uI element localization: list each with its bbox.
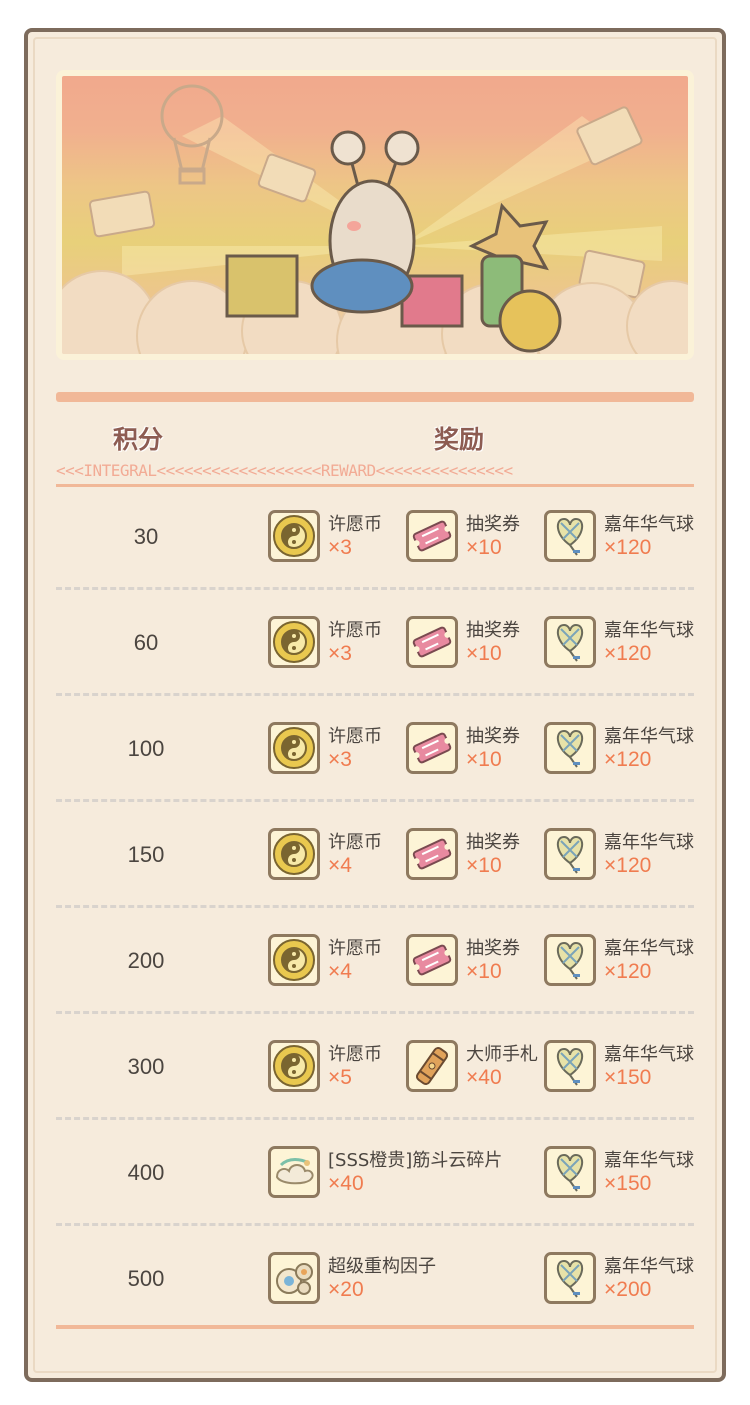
reward-row: 500 超级重构因子 ×20 嘉年华气球 ×200: [56, 1226, 694, 1332]
reward-count: ×3: [328, 536, 352, 559]
reward-name: 嘉年华气球: [604, 938, 694, 959]
lottery-ticket-icon: [406, 616, 458, 668]
reward-count: ×150: [604, 1066, 652, 1089]
carnival-balloon-icon: [544, 1252, 596, 1304]
carnival-balloon-icon: [544, 934, 596, 986]
score-value: 60: [133, 630, 159, 655]
wish-coin-icon: [268, 1040, 320, 1092]
reward-name: 许愿币: [328, 514, 382, 535]
reward-count: ×120: [604, 536, 652, 559]
reward-name: 嘉年华气球: [604, 1044, 694, 1065]
reward-count: ×10: [466, 642, 502, 665]
reward-name: 嘉年华气球: [604, 620, 694, 641]
wish-coin-icon: [268, 934, 320, 986]
wish-coin-icon: [268, 828, 320, 880]
reward-count: ×120: [604, 854, 652, 877]
score-value: 500: [127, 1266, 165, 1291]
reward-name: 许愿币: [328, 620, 382, 641]
footer-bar: [56, 1325, 694, 1329]
reward-count: ×40: [328, 1172, 364, 1195]
reward-count: ×5: [328, 1066, 352, 1089]
reward-column-header: 奖励: [434, 425, 485, 454]
reward-row: 300 许愿币 ×5 大师手札 ×40 嘉年华气球 ×150: [56, 1014, 694, 1120]
carnival-balloon-icon: [544, 1146, 596, 1198]
reward-name: 许愿币: [328, 938, 382, 959]
reward-row: 30 许愿币 ×3 抽奖券 ×10 嘉年华气球 ×120: [56, 484, 694, 590]
reward-count: ×10: [466, 536, 502, 559]
lottery-ticket-icon: [406, 722, 458, 774]
reward-row: 60 许愿币 ×3 抽奖券 ×10 嘉年华气球 ×120: [56, 590, 694, 696]
reward-name: 嘉年华气球: [604, 1256, 694, 1277]
reward-count: ×3: [328, 748, 352, 771]
cloud-fragment-icon: [268, 1146, 320, 1198]
score-value: 200: [127, 948, 165, 973]
reward-count: ×4: [328, 854, 352, 877]
reward-count: ×20: [328, 1278, 364, 1301]
reward-row: 400 [SSS橙贵]筋斗云碎片 ×40 嘉年华气球 ×150: [56, 1120, 694, 1226]
reward-count: ×4: [328, 960, 352, 983]
reward-name: 嘉年华气球: [604, 514, 694, 535]
reward-name: 许愿币: [328, 832, 382, 853]
reward-count: ×200: [604, 1278, 652, 1301]
reward-name: 许愿币: [328, 1044, 382, 1065]
reward-name: 嘉年华气球: [604, 726, 694, 747]
score-value: 30: [133, 524, 159, 549]
lottery-ticket-icon: [406, 934, 458, 986]
event-banner: [56, 70, 694, 360]
reward-count: ×120: [604, 642, 652, 665]
reward-count: ×120: [604, 748, 652, 771]
score-column-header: 积分: [113, 425, 164, 454]
reward-count: ×10: [466, 854, 502, 877]
wish-coin-icon: [268, 722, 320, 774]
lottery-ticket-icon: [406, 828, 458, 880]
reward-count: ×150: [604, 1172, 652, 1195]
restructure-factor-icon: [268, 1252, 320, 1304]
reward-count: ×10: [466, 960, 502, 983]
banner-illustration: [62, 84, 688, 354]
reward-name: 抽奖券: [466, 938, 520, 959]
reward-count: ×40: [466, 1066, 502, 1089]
score-value: 150: [127, 842, 165, 867]
reward-name: 超级重构因子: [328, 1256, 436, 1277]
wish-coin-icon: [268, 510, 320, 562]
wish-coin-icon: [268, 616, 320, 668]
score-value: 100: [127, 736, 165, 761]
carnival-balloon-icon: [544, 510, 596, 562]
reward-name: 许愿币: [328, 726, 382, 747]
carnival-balloon-icon: [544, 616, 596, 668]
lottery-ticket-icon: [406, 510, 458, 562]
score-value: 300: [127, 1054, 165, 1079]
carnival-balloon-icon: [544, 828, 596, 880]
header-top-bar: [56, 392, 694, 402]
reward-row: 100 许愿币 ×3 抽奖券 ×10 嘉年华气球 ×120: [56, 696, 694, 802]
carnival-balloon-icon: [544, 1040, 596, 1092]
integral-reward-ticker: <<<INTEGRAL<<<<<<<<<<<<<<<<<<REWARD<<<<<…: [56, 458, 694, 487]
reward-name: 嘉年华气球: [604, 832, 694, 853]
reward-row: 150 许愿币 ×4 抽奖券 ×10 嘉年华气球 ×120: [56, 802, 694, 908]
reward-count: ×10: [466, 748, 502, 771]
reward-name: 抽奖券: [466, 514, 520, 535]
carnival-balloon-icon: [544, 722, 596, 774]
reward-name: 嘉年华气球: [604, 1150, 694, 1171]
reward-count: ×3: [328, 642, 352, 665]
reward-name: 抽奖券: [466, 832, 520, 853]
reward-name: 抽奖券: [466, 726, 520, 747]
score-value: 400: [127, 1160, 165, 1185]
reward-count: ×120: [604, 960, 652, 983]
reward-row: 200 许愿币 ×4 抽奖券 ×10 嘉年华气球 ×120: [56, 908, 694, 1014]
reward-name: 大师手札: [466, 1044, 538, 1065]
reward-name: [SSS橙贵]筋斗云碎片: [328, 1150, 503, 1171]
reward-name: 抽奖券: [466, 620, 520, 641]
master-notes-icon: [406, 1040, 458, 1092]
